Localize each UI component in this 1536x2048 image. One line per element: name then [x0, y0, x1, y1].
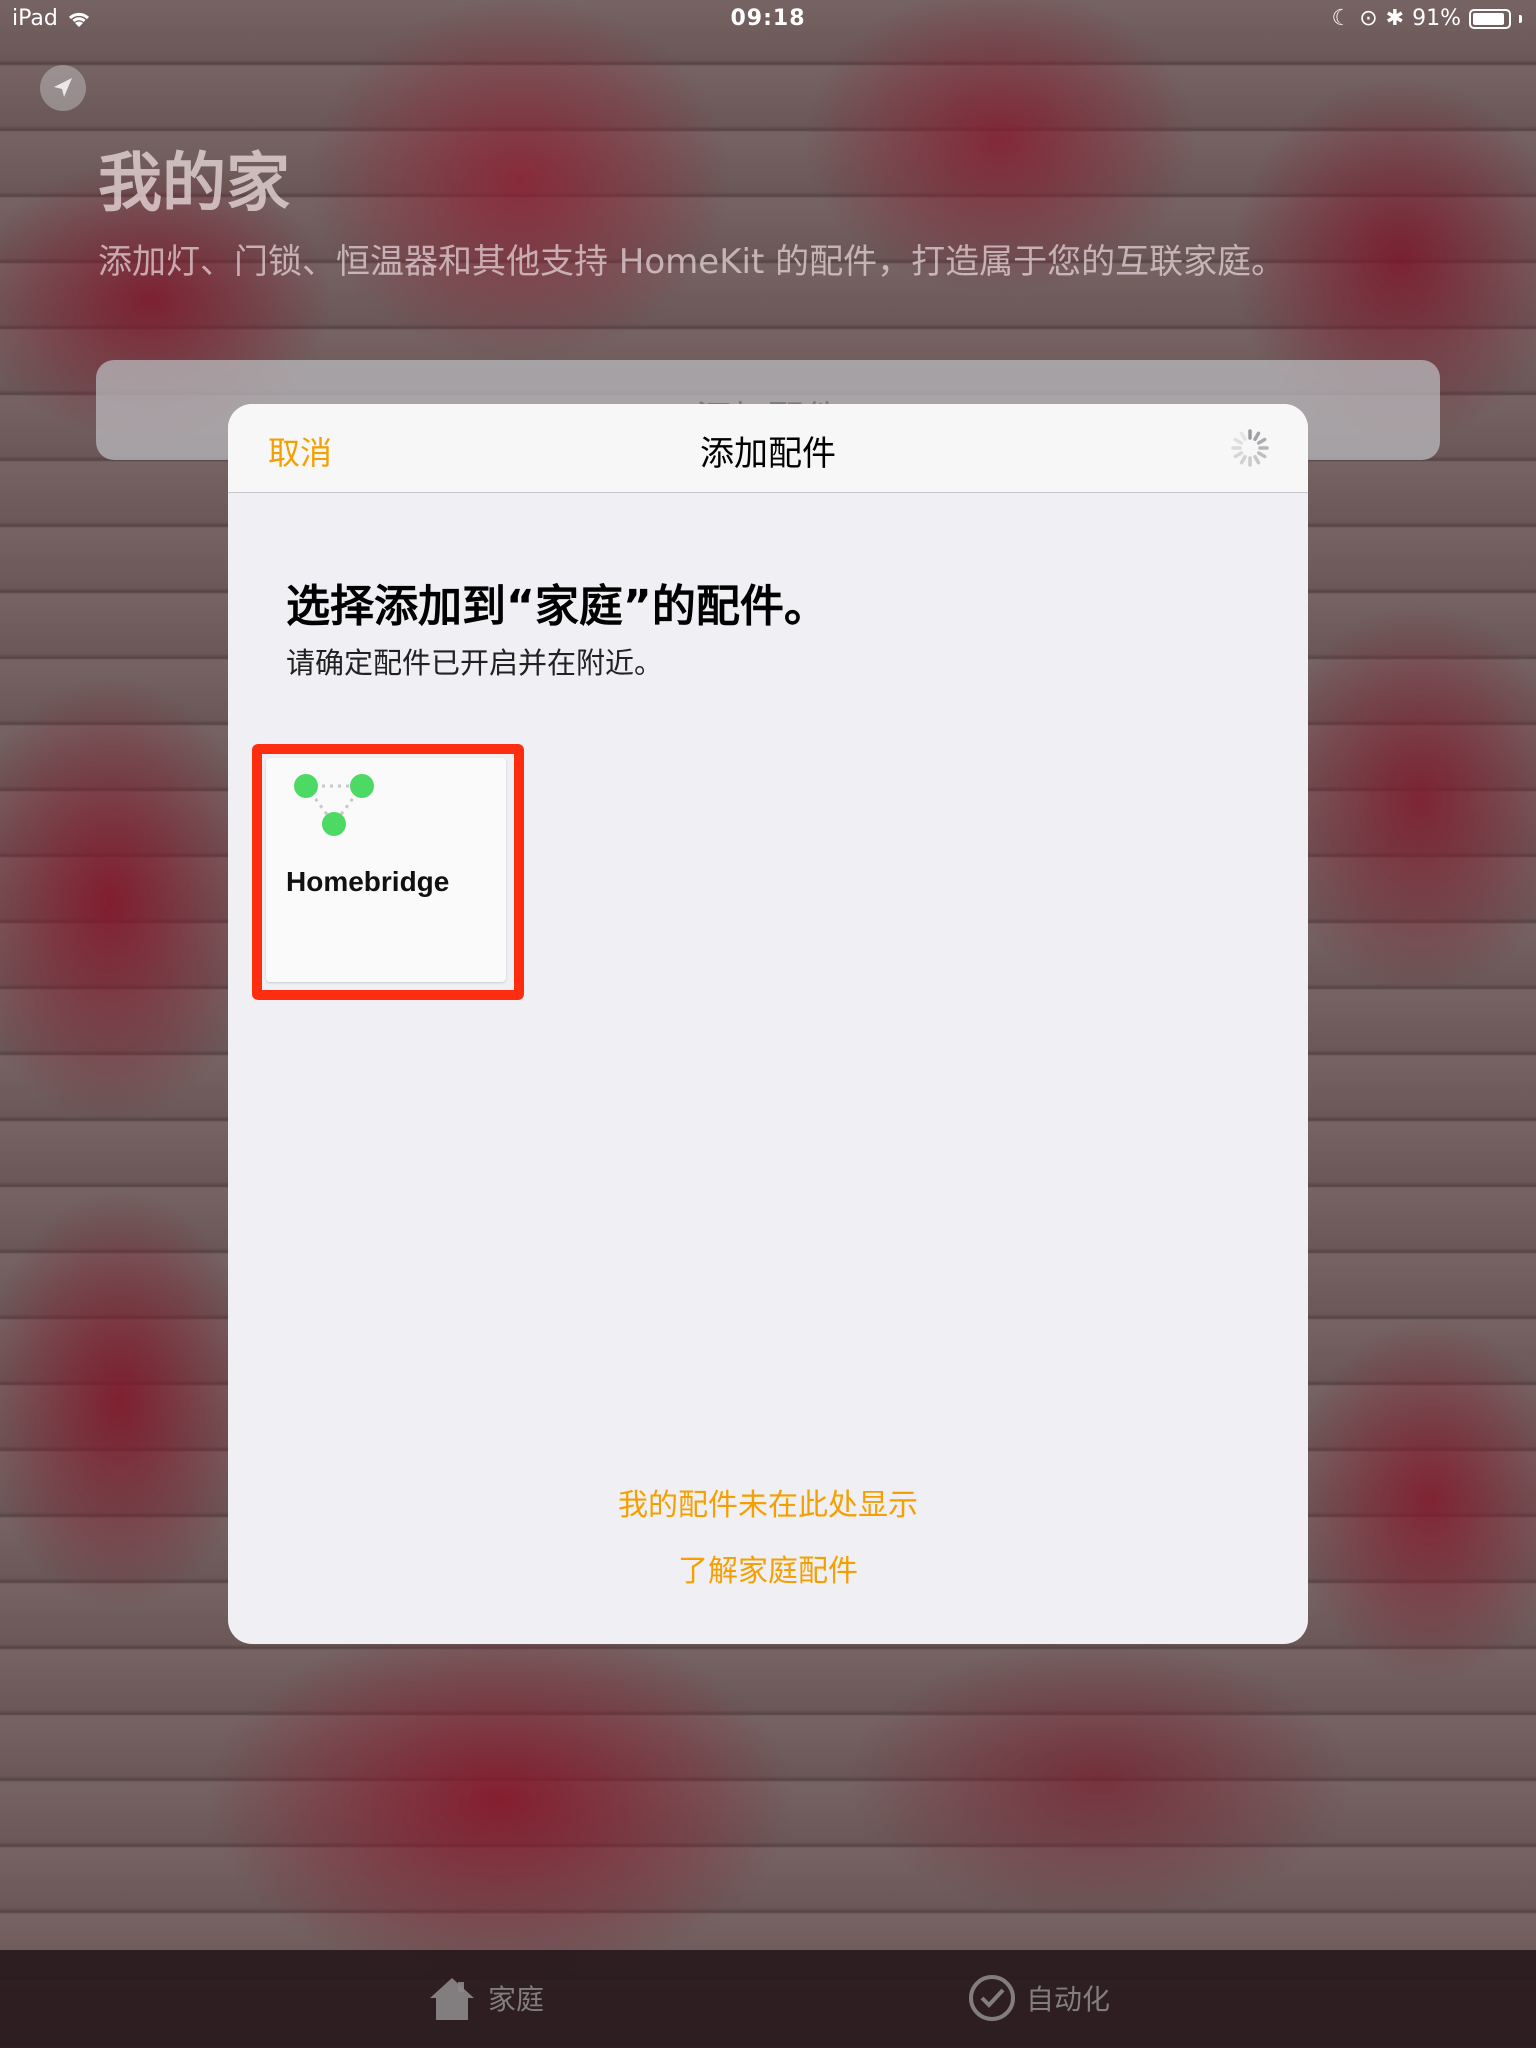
sheet-title: 添加配件: [700, 434, 836, 474]
status-time: 09:18: [730, 6, 806, 31]
battery-level-fill: [1473, 12, 1504, 25]
battery-icon: [1469, 8, 1511, 29]
tab-automation[interactable]: 自动化: [968, 1974, 1110, 2022]
automation-check-icon: [969, 1975, 1015, 2021]
tab-automation-label: 自动化: [1026, 1983, 1111, 2016]
home-title: 我的家: [98, 147, 290, 221]
house-icon: [430, 1978, 474, 2020]
moon-icon: ☾: [1331, 6, 1352, 31]
battery-percent: 91%: [1412, 6, 1461, 31]
bluetooth-icon: ✱: [1385, 6, 1405, 31]
sheet-navigation-bar: 取消 添加配件: [228, 404, 1308, 493]
accessory-name: Homebridge: [286, 866, 450, 897]
tab-home[interactable]: 家庭: [426, 1974, 544, 2022]
orientation-lock-icon: ⊙: [1359, 6, 1378, 31]
location-arrow-icon: [54, 78, 72, 97]
status-bar: iPad 09:18 ☾ ⊙ ✱ 91%: [0, 0, 1536, 40]
accessory-tile-homebridge[interactable]: Homebridge: [266, 758, 506, 982]
status-bar-right: ☾ ⊙ ✱ 91%: [1331, 6, 1522, 31]
prompt-subtitle: 请确定配件已开启并在附近。: [286, 646, 664, 680]
learn-home-accessories-link[interactable]: 了解家庭配件: [228, 1546, 1308, 1590]
accessory-not-shown-link[interactable]: 我的配件未在此处显示: [228, 1480, 1308, 1524]
loading-spinner-icon: [1231, 429, 1269, 467]
battery-tip: [1519, 14, 1522, 23]
homebridge-icon: [294, 774, 374, 836]
location-button[interactable]: [40, 65, 86, 111]
highlight-frame: Homebridge: [252, 744, 524, 1000]
tab-bar: 家庭 自动化: [0, 1950, 1536, 2048]
prompt-title: 选择添加到“家庭”的配件。: [286, 581, 828, 632]
add-accessory-sheet: 取消 添加配件 选择添加到“家庭”的配件。 请确定配件已开启并在附近。 Home…: [228, 404, 1308, 1644]
home-subtitle: 添加灯、门锁、恒温器和其他支持 HomeKit 的配件，打造属于您的互联家庭。: [98, 242, 1286, 282]
tab-home-label: 家庭: [488, 1983, 545, 2016]
